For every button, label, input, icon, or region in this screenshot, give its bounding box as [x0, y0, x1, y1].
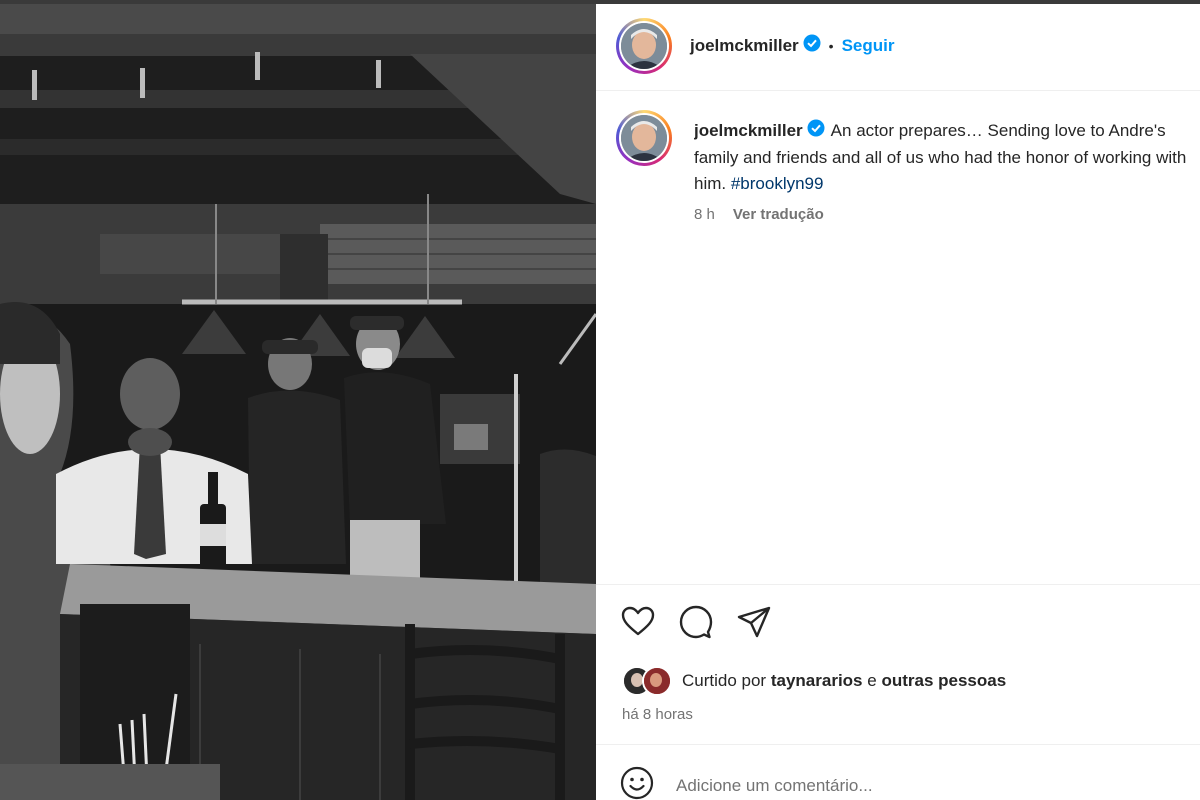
liker-avatars[interactable] — [622, 666, 674, 696]
verified-badge-icon — [803, 34, 821, 57]
caption-avatar-image — [621, 115, 667, 161]
caption-username[interactable]: joelmckmiller — [694, 121, 803, 140]
author-avatar-image — [621, 23, 667, 69]
smiley-icon[interactable] — [620, 766, 654, 800]
liked-by-others-link[interactable]: outras pessoas — [881, 671, 1006, 691]
heart-icon[interactable] — [620, 604, 656, 640]
post-header: joelmckmiller • Seguir — [690, 34, 894, 57]
paper-plane-icon[interactable] — [736, 604, 772, 640]
comment-input[interactable] — [676, 775, 1116, 796]
author-username[interactable]: joelmckmiller — [690, 36, 799, 56]
liked-by-join: e — [867, 671, 877, 690]
post-timestamp[interactable]: há 8 horas — [622, 706, 693, 723]
liked-by-row: Curtido por taynararios e outras pessoas — [622, 666, 1006, 696]
caption-hashtag-link[interactable]: #brooklyn99 — [731, 174, 824, 193]
liked-by-prefix: Curtido por — [682, 671, 767, 690]
caption-author-avatar[interactable] — [616, 110, 672, 166]
caption-meta: 8 h Ver tradução — [694, 206, 824, 223]
post-details-panel: joelmckmiller • Seguir joelmckmiller An a… — [596, 4, 1200, 800]
verified-badge-icon — [807, 119, 825, 145]
see-translation-button[interactable]: Ver tradução — [733, 206, 824, 223]
post-photo[interactable] — [0, 4, 596, 800]
comment-divider — [596, 744, 1200, 745]
separator-dot: • — [828, 37, 834, 54]
author-avatar[interactable] — [616, 18, 672, 74]
comment-bubble-icon[interactable] — [678, 604, 714, 640]
header-divider — [596, 90, 1200, 91]
post-caption: joelmckmiller An actor prepares… Sending … — [694, 118, 1200, 198]
follow-button[interactable]: Seguir — [842, 36, 895, 56]
liker-avatar — [642, 666, 672, 696]
add-comment-row — [620, 766, 1116, 800]
caption-age: 8 h — [694, 206, 715, 223]
liked-by-username[interactable]: taynararios — [771, 671, 863, 691]
actions-divider — [596, 584, 1200, 585]
bar-scene-photo — [0, 4, 596, 800]
post-actions — [620, 604, 772, 640]
